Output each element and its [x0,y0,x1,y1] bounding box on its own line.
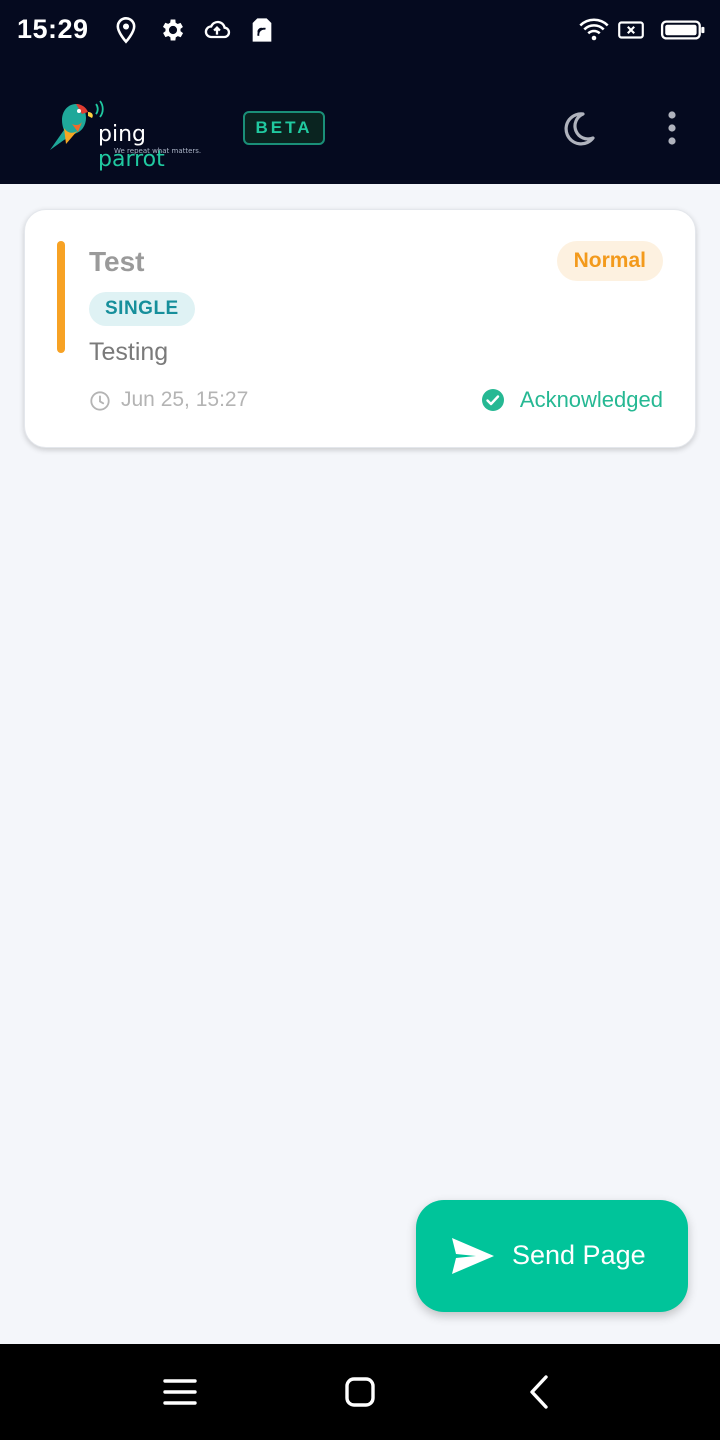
send-icon [452,1238,494,1274]
more-vertical-icon[interactable] [654,106,690,152]
send-page-button[interactable]: Send Page [416,1200,688,1312]
page-title: Test [89,246,145,277]
location-icon [116,17,136,44]
gear-icon [162,19,184,41]
cloud-upload-icon [204,20,231,39]
wifi-icon [579,18,609,41]
status-time: 15:29 [17,14,89,44]
system-nav-bar [0,1344,720,1440]
logo-tagline: We repeat what matters. [114,147,202,155]
beta-badge: BETA [243,111,325,145]
parrot-logo-icon [50,100,104,150]
page-card[interactable]: Test Normal SINGLE Testing Jun 25, 15:27… [24,209,696,448]
page-timestamp: Jun 25, 15:27 [121,388,249,411]
logo: ping parrot We repeat what matters. [46,98,216,172]
send-page-label: Send Page [512,1240,646,1270]
page-message: Testing [89,338,169,366]
priority-accent-bar [57,241,65,353]
status-bar: 15:29 [0,0,720,62]
battery-icon [660,20,705,40]
sim-card-icon [252,18,272,42]
check-circle-icon [482,389,504,411]
app-header: ping parrot We repeat what matters. BETA [0,62,720,184]
clock-icon [90,391,110,411]
type-badge: SINGLE [89,292,195,326]
logo-word-ping: ping [98,122,146,147]
recents-icon[interactable] [160,1372,200,1412]
home-icon[interactable] [340,1372,380,1412]
status-acknowledged: Acknowledged [519,387,663,412]
no-sim-icon [618,21,644,39]
back-icon[interactable] [520,1372,560,1412]
moon-icon[interactable] [553,106,599,152]
priority-badge: Normal [556,241,663,281]
